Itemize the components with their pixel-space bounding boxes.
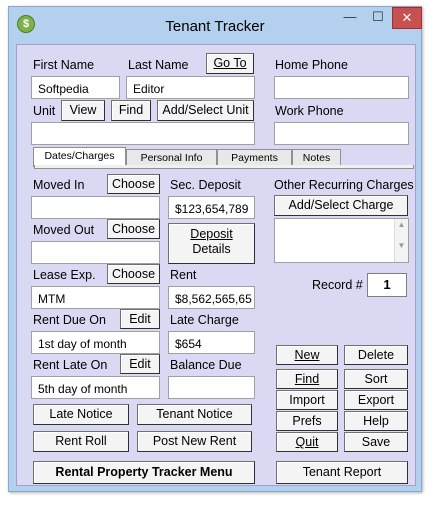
add-select-charge-label: Add/Select Charge (288, 198, 394, 212)
record-label: Record # (312, 278, 363, 292)
main-panel: First Name Last Name Go To Home Phone So… (16, 44, 416, 486)
balance-due-label: Balance Due (170, 358, 242, 372)
post-new-rent-label: Post New Rent (152, 434, 237, 448)
rent-due-label: Rent Due On (33, 313, 106, 327)
sec-deposit-field[interactable]: $123,654,789 (168, 196, 255, 219)
lease-exp-label: Lease Exp. (33, 268, 96, 282)
import-button[interactable]: Import (276, 390, 338, 410)
rent-due-edit-button[interactable]: Edit (120, 309, 160, 329)
tab-panel-edge (34, 165, 414, 169)
tab-dates-charges[interactable]: Dates/Charges (33, 147, 126, 167)
close-icon[interactable]: ✕ (392, 7, 422, 29)
moved-in-field[interactable] (31, 196, 160, 219)
moved-out-field[interactable] (31, 241, 160, 264)
find-button[interactable]: Find (276, 369, 338, 389)
scroll-down-icon[interactable]: ▼ (395, 240, 408, 252)
quit-button-label: Quit (295, 435, 319, 449)
delete-button[interactable]: Delete (344, 345, 408, 365)
help-button[interactable]: Help (344, 411, 408, 431)
deposit-details-button[interactable]: Deposit Details (168, 223, 255, 264)
moved-in-label: Moved In (33, 178, 85, 192)
balance-due-field (168, 376, 255, 399)
rent-field[interactable]: $8,562,565,65 (168, 286, 255, 309)
add-select-charge-button[interactable]: Add/Select Charge (274, 195, 408, 216)
new-button[interactable]: New (276, 345, 338, 365)
late-notice-label: Late Notice (49, 407, 113, 421)
prefs-button[interactable]: Prefs (276, 411, 338, 431)
late-charge-label: Late Charge (170, 313, 239, 327)
record-number[interactable]: 1 (367, 273, 407, 297)
new-button-label: New (294, 348, 320, 362)
title-bar[interactable]: $ Tenant Tracker — ☐ ✕ (9, 7, 422, 41)
rent-due-field[interactable]: 1st day of month (31, 331, 160, 354)
sort-button[interactable]: Sort (344, 369, 408, 389)
goto-button[interactable]: Go To (206, 53, 254, 74)
view-unit-button[interactable]: View (61, 100, 105, 121)
work-phone-field[interactable] (274, 122, 409, 145)
last-name-field[interactable]: Editor (126, 76, 255, 99)
first-name-label: First Name (33, 58, 95, 72)
find-button-label: Find (294, 372, 320, 386)
unit-field[interactable] (31, 122, 255, 145)
rent-label: Rent (170, 268, 197, 282)
quit-button[interactable]: Quit (276, 432, 338, 452)
first-name-field[interactable]: Softpedia (31, 76, 120, 99)
tenant-notice-label: Tenant Notice (156, 407, 233, 421)
lease-exp-choose-button[interactable]: Choose (107, 264, 160, 284)
find-unit-button[interactable]: Find (111, 100, 151, 121)
rent-late-edit-button[interactable]: Edit (120, 354, 160, 374)
moved-out-label: Moved Out (33, 223, 95, 237)
moved-in-choose-button[interactable]: Choose (107, 174, 160, 194)
late-charge-field[interactable]: $654 (168, 331, 255, 354)
deposit-details-line2: Details (192, 242, 231, 256)
home-phone-field[interactable] (274, 76, 409, 99)
rental-property-menu-button[interactable]: Rental Property Tracker Menu (33, 461, 255, 484)
add-select-unit-button[interactable]: Add/Select Unit (157, 100, 254, 121)
late-notice-button[interactable]: Late Notice (33, 404, 129, 425)
save-button[interactable]: Save (344, 432, 408, 452)
maximize-icon[interactable]: ☐ (365, 7, 391, 29)
scroll-up-icon[interactable]: ▲ (395, 219, 408, 231)
rent-roll-button[interactable]: Rent Roll (33, 431, 129, 452)
other-charges-list[interactable]: ▲ ▼ (274, 218, 409, 263)
last-name-label: Last Name (128, 58, 189, 72)
goto-button-label: Go To (213, 56, 247, 70)
work-phone-label: Work Phone (275, 104, 344, 118)
unit-label: Unit (33, 104, 56, 118)
home-phone-label: Home Phone (275, 58, 348, 72)
app-window: $ Tenant Tracker — ☐ ✕ First Name Last N… (8, 6, 422, 492)
rent-late-field[interactable]: 5th day of month (31, 376, 160, 399)
lease-exp-field[interactable]: MTM (31, 286, 160, 309)
sec-deposit-label: Sec. Deposit (170, 178, 241, 192)
minimize-icon[interactable]: — (337, 7, 363, 29)
deposit-details-line1: Deposit (190, 227, 233, 241)
rent-late-label: Rent Late On (33, 358, 108, 372)
rent-roll-label: Rent Roll (55, 434, 107, 448)
other-charges-scrollbar[interactable]: ▲ ▼ (394, 219, 408, 262)
export-button[interactable]: Export (344, 390, 408, 410)
tenant-notice-button[interactable]: Tenant Notice (137, 404, 252, 425)
other-charges-label: Other Recurring Charges (274, 178, 414, 192)
post-new-rent-button[interactable]: Post New Rent (137, 431, 252, 452)
moved-out-choose-button[interactable]: Choose (107, 219, 160, 239)
tenant-report-button[interactable]: Tenant Report (276, 461, 408, 484)
